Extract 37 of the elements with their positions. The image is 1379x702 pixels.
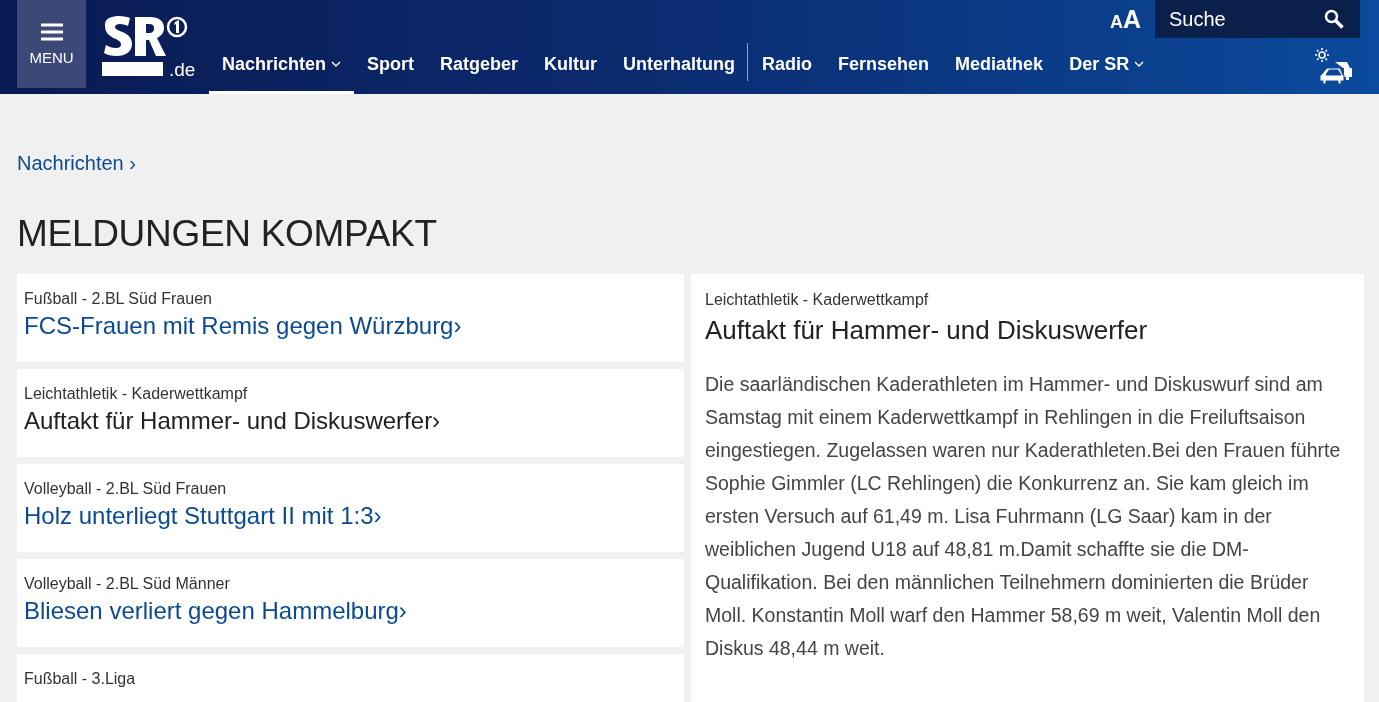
news-card[interactable]: Volleyball - 2.BL Süd Männer Bliesen verliert gegen Hammelburg› [17,559,684,647]
chevron-down-icon [331,61,342,67]
menu-button[interactable]: MENU [17,0,86,88]
news-category: Fußball - 2.BL Süd Frauen [24,290,212,308]
news-headline-link[interactable]: Bliesen verliert gegen Hammelburg› [24,597,407,625]
chevron-down-icon [1134,61,1145,67]
nav-link[interactable]: Nachrichten [209,37,355,94]
news-category: Volleyball - 2.BL Süd Frauen [24,480,227,498]
news-card[interactable]: Fußball - 2.BL Süd Frauen FCS-Frauen mit Remis gegen Würzburg› [17,274,684,362]
search-field[interactable]: Suche [1155,0,1360,38]
news-headline-link[interactable]: Auftakt für Hammer- und Diskuswerfer› [24,407,441,435]
nav-link[interactable]: Unterhaltung [610,37,749,94]
nav-link[interactable]: Sport [354,37,428,94]
news-headline-link[interactable]: Holz unterliegt Stuttgart II mit 1:3› [24,502,382,530]
news-headline-link[interactable]: FCS-Frauen mit Remis gegen Würzburg› [24,312,462,340]
nav-link[interactable]: Fernsehen [825,37,943,94]
menu-icon [40,22,63,41]
nav-link[interactable]: Ratgeber [427,37,532,94]
font-size-toggle[interactable]: AA [1109,4,1141,34]
news-category: Leichtathletik - Kaderwettkampf [24,385,248,403]
news-card[interactable]: Fußball - 3.Liga [17,654,684,702]
news-category: Volleyball - 2.BL Süd Männer [24,575,230,593]
article-category: Leichtathletik - Kaderwettkampf [705,291,929,309]
nav-link[interactable]: Mediathek [942,37,1057,94]
nav-link[interactable]: Kultur [531,37,611,94]
traffic-weather-icon[interactable] [1315,48,1355,84]
article-headline: Auftakt für Hammer- und Diskuswerfer [705,315,1148,346]
article-body: Die saarländischen Kaderathleten im Hammer- und Diskuswurf sind am Samstag mit einem Kaderwettkampf in Rehlingen in die Freiluftsaison eingestiegen. Zugelassen waren nur Kaderathleten.Bei den Frauen führte Sophie Gimmler (LC Rehlingen) die Konkurrenz an. Sie kam gleich im ersten Versuch auf 61,49 m. Lisa Fuhrmann (LG Saar) kam in der weiblichen Jugend U18 auf 48,81 m.Damit schaffte sie die DM-Qualifikation. Bei den männlichen Teilnehmern dominierten die Brüder Moll. Konstantin Moll warf den Hammer 58,69 m weit, Valentin Moll den Diskus 48,44 m weit. [705,372,1342,661]
logo-domain: .de [169,59,196,81]
page-title: MELDUNGEN KOMPAKT [17,213,437,255]
nav-link[interactable]: Der SR [1056,37,1158,94]
news-card[interactable]: Leichtathletik - Kaderwettkampf Auftakt für Hammer- und Diskuswerfer› [17,369,684,457]
news-card[interactable]: Volleyball - 2.BL Süd Frauen Holz unterliegt Stuttgart II mit 1:3› [17,464,684,552]
nav-link[interactable]: Radio [749,37,826,94]
news-category: Fußball - 3.Liga [24,670,136,688]
search-icon [1324,9,1344,29]
breadcrumb-link[interactable]: Nachrichten › [17,152,136,174]
